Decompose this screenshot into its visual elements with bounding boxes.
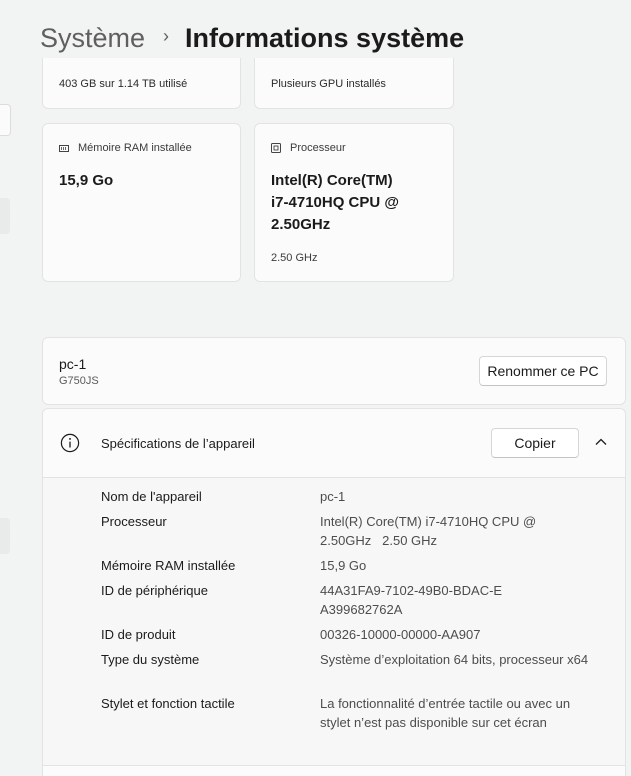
processor-value-line: Intel(R) Core(TM) [271, 172, 393, 189]
ram-card-value: 15,9 Go [59, 172, 114, 189]
storage-usage-text: 403 GB sur 1.14 TB utilisé [59, 78, 188, 90]
breadcrumb-parent[interactable]: Système [40, 23, 145, 54]
spec-key: Nom de l'appareil [101, 489, 202, 504]
processor-card-label: Processeur [290, 142, 346, 154]
page-title: Informations système [185, 22, 465, 53]
sidebar-item-fragment[interactable] [0, 518, 10, 554]
processor-speed: 2.50 GHz [271, 252, 318, 264]
pc-model: G750JS [59, 375, 99, 387]
spec-key: ID de produit [101, 627, 176, 642]
spec-key: Type du système [101, 652, 200, 667]
spec-row-device-id: ID de périphérique 44A31FA9-7102-49B0-BD… [101, 581, 621, 619]
spec-row-ram: Mémoire RAM installée 15,9 Go [101, 556, 621, 575]
processor-card-value: Intel(R) Core(TM) i7-4710HQ CPU @ 2.50GH… [271, 170, 399, 236]
sidebar-search-fragment[interactable] [0, 104, 11, 136]
processor-card-header: Processeur [271, 142, 346, 154]
spec-value: 00326-10000-00000-AA907 [320, 627, 481, 642]
rename-pc-button[interactable]: Renommer ce PC [479, 356, 607, 386]
ram-card-header: Mémoire RAM installée [59, 142, 192, 154]
breadcrumb: Système › Informations système [40, 18, 464, 58]
spec-row-processor: Processeur Intel(R) Core(TM) i7-4710HQ C… [101, 512, 621, 550]
device-specs-panel: Spécifications de l’appareil Copier Nom … [42, 408, 626, 776]
gpu-text: Plusieurs GPU installés [271, 78, 386, 90]
gpu-card: Plusieurs GPU installés [254, 58, 454, 109]
spec-value: 15,9 Go [320, 558, 367, 573]
spec-row-product-id: ID de produit 00326-10000-00000-AA907 [101, 625, 621, 644]
ram-card: Mémoire RAM installée 15,9 Go [42, 123, 241, 282]
spec-value: Système d’exploitation 64 bits, processe… [320, 652, 589, 667]
pc-name-panel: pc-1 G750JS Renommer ce PC [42, 337, 626, 405]
spec-value: Intel(R) Core(TM) i7-4710HQ CPU @ 2.50GH… [320, 514, 540, 548]
spec-value: pc-1 [320, 489, 346, 504]
device-specs-header[interactable]: Spécifications de l’appareil Copier [43, 409, 625, 478]
spec-key: Stylet et fonction tactile [101, 696, 235, 711]
next-panel-fragment [43, 765, 625, 776]
device-specs-title: Spécifications de l’appareil [101, 436, 255, 451]
spec-row-pen-touch: Stylet et fonction tactile La fonctionna… [101, 694, 621, 732]
processor-value-line: 2.50GHz [271, 216, 331, 233]
spec-value: 44A31FA9-7102-49B0-BDAC-EA399682762A [320, 583, 503, 617]
processor-icon [271, 143, 281, 153]
ram-card-label: Mémoire RAM installée [78, 142, 192, 154]
spec-value: La fonctionnalité d’entrée tactile ou av… [320, 696, 571, 730]
spec-row-system-type: Type du système Système d’exploitation 6… [101, 650, 621, 669]
chevron-up-icon[interactable] [595, 437, 607, 447]
spec-key: Mémoire RAM installée [101, 558, 236, 573]
storage-card: 403 GB sur 1.14 TB utilisé [42, 58, 241, 109]
memory-icon [59, 144, 69, 152]
breadcrumb-separator-icon: › [163, 25, 170, 46]
pc-name: pc-1 [59, 356, 87, 372]
sidebar-item-fragment[interactable] [0, 198, 10, 234]
processor-value-line: i7-4710HQ CPU @ [271, 194, 400, 211]
processor-card: Processeur Intel(R) Core(TM) i7-4710HQ C… [254, 123, 454, 282]
copy-button[interactable]: Copier [491, 428, 579, 458]
spec-row-device-name: Nom de l'appareil pc-1 [101, 487, 621, 506]
spec-key: Processeur [101, 514, 167, 529]
info-icon [60, 433, 80, 453]
spec-key: ID de périphérique [101, 583, 208, 598]
